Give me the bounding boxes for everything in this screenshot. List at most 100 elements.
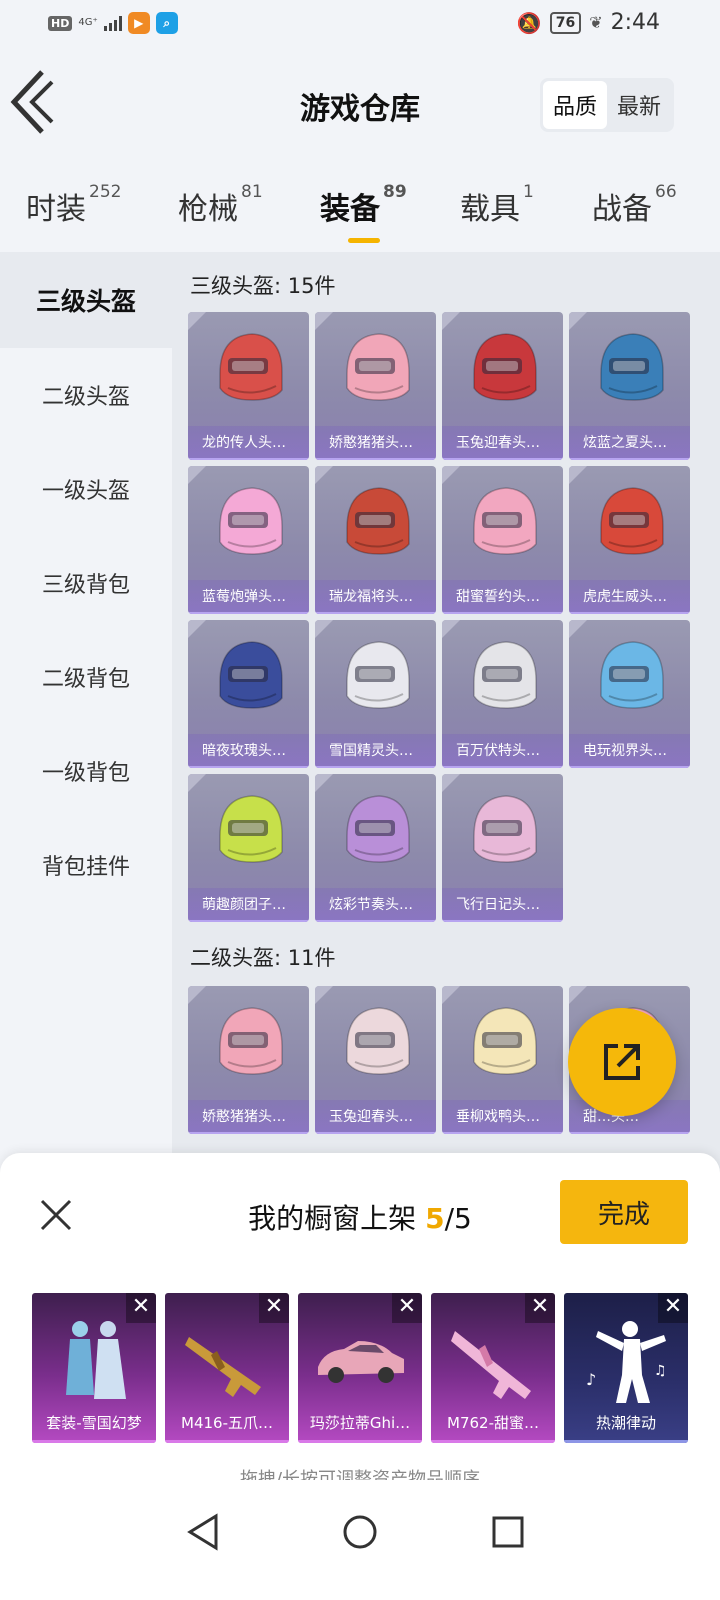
showcase-item-label: 热潮律动 xyxy=(564,1403,688,1443)
card-corner-mark xyxy=(569,466,587,484)
showcase-item-label: M416-五爪… xyxy=(165,1403,289,1443)
system-nav-bar xyxy=(0,1480,720,1600)
item-card[interactable]: 甜蜜誓约头… xyxy=(442,466,563,614)
helmet-icon xyxy=(346,795,410,863)
showcase-item[interactable]: ♪ ♫ ✕ 热潮律动 xyxy=(564,1293,688,1443)
item-name: 虎虎生威头… xyxy=(569,580,690,614)
item-card[interactable]: 萌趣颜团子… xyxy=(188,774,309,922)
helmet-icon xyxy=(219,333,283,401)
item-name: 瑞龙福将头… xyxy=(315,580,436,614)
remove-item-button[interactable]: ✕ xyxy=(259,1293,289,1323)
item-name: 炫蓝之夏头… xyxy=(569,426,690,460)
helmet-icon xyxy=(600,333,664,401)
nav-back-button[interactable] xyxy=(180,1508,228,1556)
sidebar-item-backpack-charm[interactable]: 背包挂件 xyxy=(0,818,172,912)
category-tabs: 时装 252 枪械 81 装备 89 载具 1 战备 66 xyxy=(0,172,720,248)
remove-item-button[interactable]: ✕ xyxy=(392,1293,422,1323)
tab-supplies[interactable]: 战备 66 xyxy=(592,182,677,228)
mute-icon: 🔕 xyxy=(516,10,542,35)
sidebar-item-lv2-helmet[interactable]: 二级头盔 xyxy=(0,348,172,442)
helmet-icon xyxy=(346,641,410,709)
item-card[interactable]: 雪国精灵头… xyxy=(315,620,436,768)
sidebar-item-lv1-backpack[interactable]: 一级背包 xyxy=(0,724,172,818)
car-icon xyxy=(318,1341,404,1383)
hd-badge: HD xyxy=(48,15,73,31)
item-name: 百万伏特头… xyxy=(442,734,563,768)
tab-count: 81 xyxy=(241,182,263,202)
item-card[interactable]: 炫彩节奏头… xyxy=(315,774,436,922)
share-icon xyxy=(604,1044,640,1080)
item-card[interactable]: 虎虎生威头… xyxy=(569,466,690,614)
helmet-icon xyxy=(473,795,537,863)
item-card[interactable]: 瑞龙福将头… xyxy=(315,466,436,614)
triangle-back-icon xyxy=(187,1513,218,1551)
item-grid-lv3-helmet: 龙的传人头… 娇憨猪猪头… 玉兔迎春头… 炫蓝之夏头… 蓝莓炮弹头… 瑞龙福将头… 甜蜜誓约… xyxy=(188,312,690,922)
helmet-icon xyxy=(600,641,664,709)
tab-vehicles[interactable]: 载具 1 xyxy=(460,182,534,228)
sort-toggle: 品质 最新 xyxy=(539,78,674,132)
tab-weapons[interactable]: 枪械 81 xyxy=(178,182,263,228)
section-title-lv3-helmet: 三级头盔: 15件 xyxy=(190,274,336,298)
showcase-item-label: 套装-雪国幻梦 xyxy=(32,1403,156,1443)
remove-item-button[interactable]: ✕ xyxy=(525,1293,555,1323)
nav-recents-button[interactable] xyxy=(484,1508,532,1556)
status-left: HD 4G⁺ ▶ ⌕ xyxy=(48,12,178,34)
sort-quality-button[interactable]: 品质 xyxy=(542,81,607,129)
leaf-icon: ❦ xyxy=(589,13,603,32)
helmet-icon xyxy=(473,641,537,709)
card-corner-mark xyxy=(569,312,587,330)
item-name: 垂柳戏鸭头… xyxy=(442,1100,563,1134)
item-card[interactable]: 飞行日记头… xyxy=(442,774,563,922)
showcase-item-label: M762-甜蜜… xyxy=(431,1403,555,1443)
dance-icon: ♪ ♫ xyxy=(586,1321,667,1403)
showcase-count-current: 5 xyxy=(425,1202,445,1235)
item-card[interactable]: 蓝莓炮弹头… xyxy=(188,466,309,614)
item-card[interactable]: 龙的传人头… xyxy=(188,312,309,460)
item-card[interactable]: 电玩视界头… xyxy=(569,620,690,768)
item-card[interactable]: 娇憨猪猪头… xyxy=(315,312,436,460)
card-corner-mark xyxy=(188,774,206,792)
sidebar-item-lv2-backpack[interactable]: 二级背包 xyxy=(0,630,172,724)
item-card[interactable]: 暗夜玫瑰头… xyxy=(188,620,309,768)
card-corner-mark xyxy=(315,774,333,792)
showcase-item[interactable]: ✕ M762-甜蜜… xyxy=(431,1293,555,1443)
helmet-icon xyxy=(600,487,664,555)
item-card[interactable]: 百万伏特头… xyxy=(442,620,563,768)
done-button[interactable]: 完成 xyxy=(560,1180,688,1244)
status-bar: HD 4G⁺ ▶ ⌕ 🔕 76 ❦ 2:44 xyxy=(0,0,720,48)
helmet-icon xyxy=(346,487,410,555)
sidebar-item-lv3-helmet[interactable]: 三级头盔 xyxy=(0,252,172,348)
rifle-icon xyxy=(185,1337,261,1397)
nav-home-button[interactable] xyxy=(336,1508,384,1556)
signal-icon xyxy=(103,15,122,31)
item-name: 甜蜜誓约头… xyxy=(442,580,563,614)
tab-equipment[interactable]: 装备 89 xyxy=(320,182,407,243)
item-card[interactable]: 垂柳戏鸭头… xyxy=(442,986,563,1134)
card-corner-mark xyxy=(442,466,460,484)
item-card[interactable]: 玉兔迎春头… xyxy=(442,312,563,460)
sidebar-item-lv1-helmet[interactable]: 一级头盔 xyxy=(0,442,172,536)
remove-item-button[interactable]: ✕ xyxy=(126,1293,156,1323)
item-card[interactable]: 娇憨猪猪头… xyxy=(188,986,309,1134)
item-name: 雪国精灵头… xyxy=(315,734,436,768)
showcase-item[interactable]: ✕ M416-五爪… xyxy=(165,1293,289,1443)
item-card[interactable]: 炫蓝之夏头… xyxy=(569,312,690,460)
showcase-items: ✕ 套装-雪国幻梦 ✕ M416-五爪… ✕ 玛莎拉蒂Ghi… ✕ M762-甜… xyxy=(32,1293,688,1443)
helmet-icon xyxy=(473,487,537,555)
tab-outfits[interactable]: 时装 252 xyxy=(26,182,122,228)
showcase-item[interactable]: ✕ 套装-雪国幻梦 xyxy=(32,1293,156,1443)
sort-newest-button[interactable]: 最新 xyxy=(607,81,671,129)
item-name: 飞行日记头… xyxy=(442,888,563,922)
sidebar-item-lv3-backpack[interactable]: 三级背包 xyxy=(0,536,172,630)
showcase-item[interactable]: ✕ 玛莎拉蒂Ghi… xyxy=(298,1293,422,1443)
item-card[interactable]: 玉兔迎春头… xyxy=(315,986,436,1134)
tab-count: 252 xyxy=(89,182,122,202)
tab-count: 66 xyxy=(655,182,677,202)
share-button[interactable] xyxy=(568,1008,676,1116)
network-type: 4G⁺ xyxy=(78,17,98,28)
remove-item-button[interactable]: ✕ xyxy=(658,1293,688,1323)
search-app-icon: ⌕ xyxy=(155,12,178,34)
item-name: 龙的传人头… xyxy=(188,426,309,460)
card-corner-mark xyxy=(188,312,206,330)
helmet-icon xyxy=(346,333,410,401)
